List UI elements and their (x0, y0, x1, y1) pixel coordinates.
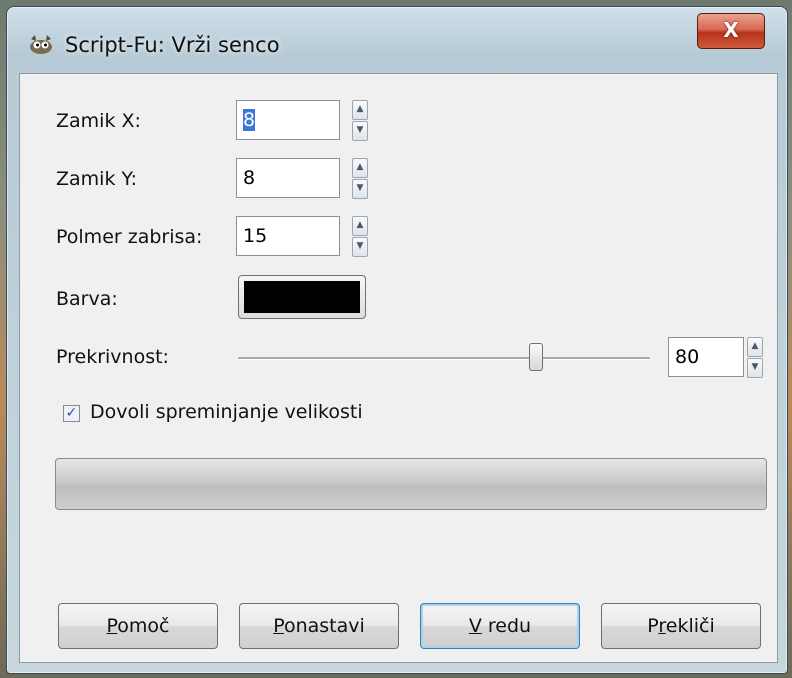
opacity-spinner[interactable]: ▲ ▼ (747, 337, 763, 378)
opacity-input[interactable]: 80 (668, 337, 744, 377)
opacity-slider-handle[interactable] (528, 343, 543, 371)
help-button[interactable]: Pomoč (58, 603, 218, 649)
opacity-value: 80 (675, 346, 700, 368)
offset-y-label: Zamik Y: (56, 168, 137, 190)
blur-radius-value: 15 (243, 225, 268, 247)
offset-x-label: Zamik X: (56, 110, 141, 132)
ok-label: redu (481, 615, 532, 637)
close-button[interactable]: X (697, 13, 765, 49)
arrow-up-icon[interactable]: ▲ (352, 100, 368, 120)
ok-button[interactable]: V redu (420, 603, 580, 649)
reset-button[interactable]: Ponastavi (239, 603, 399, 649)
ok-mnemonic: V (468, 615, 482, 637)
checkmark-icon: ✓ (65, 405, 78, 421)
offset-x-input[interactable]: 8 (236, 100, 340, 140)
dialog-window: Script-Fu: Vrži senco X Zamik X: 8 ▲ ▼ Z… (6, 6, 788, 674)
reset-mnemonic: P (273, 615, 284, 637)
arrow-up-icon[interactable]: ▲ (747, 337, 763, 357)
arrow-down-icon[interactable]: ▼ (352, 179, 368, 199)
cancel-button[interactable]: Prekliči (601, 603, 761, 649)
cancel-label: ekliči (665, 615, 715, 637)
reset-label: onastavi (283, 615, 365, 637)
arrow-down-icon[interactable]: ▼ (352, 237, 368, 257)
opacity-label: Prekrivnost: (56, 346, 169, 368)
blur-radius-spinner[interactable]: ▲ ▼ (352, 216, 368, 257)
arrow-up-icon[interactable]: ▲ (352, 158, 368, 178)
allow-resize-checkbox[interactable]: ✓ (63, 405, 80, 422)
arrow-up-icon[interactable]: ▲ (352, 216, 368, 236)
offset-y-input[interactable]: 8 (236, 158, 340, 198)
color-label: Barva: (56, 288, 118, 310)
dialog-content: Zamik X: 8 ▲ ▼ Zamik Y: 8 ▲ ▼ Polmer zab… (19, 73, 778, 663)
arrow-down-icon[interactable]: ▼ (747, 358, 763, 378)
cancel-mnemonic: r (658, 615, 666, 637)
offset-x-value: 8 (243, 109, 256, 131)
cancel-prefix: P (647, 615, 659, 637)
color-swatch (244, 281, 360, 313)
blur-radius-input[interactable]: 15 (236, 216, 340, 256)
blur-radius-label: Polmer zabrisa: (56, 226, 203, 248)
help-label: omoč (117, 615, 170, 637)
offset-x-spinner[interactable]: ▲ ▼ (352, 100, 368, 141)
close-icon: X (723, 18, 739, 42)
title-bar[interactable]: Script-Fu: Vrži senco X (7, 7, 787, 71)
arrow-down-icon[interactable]: ▼ (352, 121, 368, 141)
gimp-wilber-icon (30, 35, 52, 54)
allow-resize-label[interactable]: Dovoli spreminjanje velikosti (90, 401, 363, 423)
opacity-slider[interactable] (238, 357, 650, 360)
window-title: Script-Fu: Vrži senco (65, 33, 280, 57)
offset-y-spinner[interactable]: ▲ ▼ (352, 158, 368, 199)
offset-y-value: 8 (243, 167, 256, 189)
progress-bar (55, 458, 767, 510)
help-mnemonic: P (106, 615, 118, 637)
color-picker-button[interactable] (238, 275, 366, 319)
